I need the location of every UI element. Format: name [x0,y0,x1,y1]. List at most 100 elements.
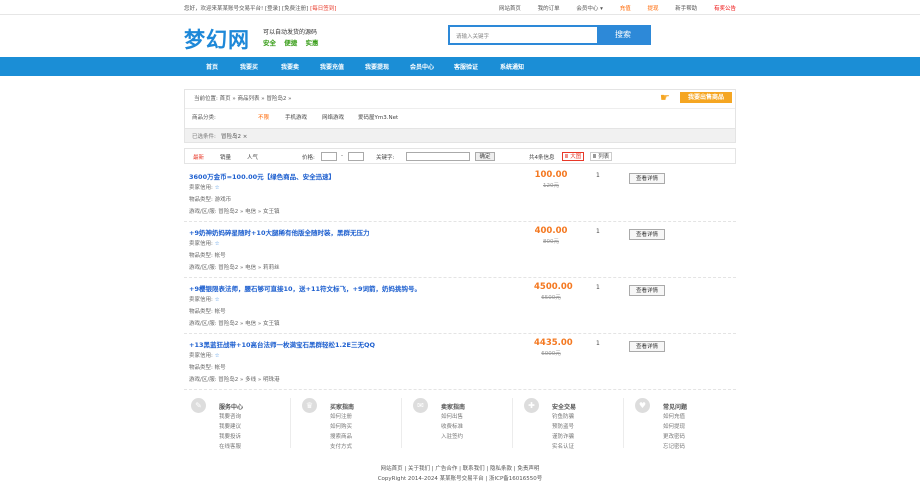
footer-links[interactable]: 网站首页 | 关于我们 | 广告合作 | 联系我们 | 隐私条款 | 免责声明 [0,464,920,474]
item-type: 物品类型: 帐号 [189,309,226,315]
item-title[interactable]: +9樱银限表法师，腰石够可直接10，送+11符文标飞，+9词箭，奶妈挑钩号。 [189,283,421,293]
star-icon: ☆ [214,241,220,247]
footer-link[interactable]: 我要咨询 [219,412,241,420]
footer-link[interactable]: 如何提现 [663,422,685,430]
footer-col-seller: ✉ 卖家指南 如何出售 收费标准 入驻签约 [406,394,510,454]
item-price: 100.00 [534,170,568,180]
selected-label: 已选条件: [192,134,216,140]
cart-icon: ♛ [302,398,317,413]
item-price: 400.00 [534,226,568,236]
footer-col-security: ✚ 安全交易 钓鱼防骗 预防盗号 谨防诈骗 实名认证 [517,394,621,454]
price-max-input[interactable] [348,152,364,161]
category-mobile[interactable]: 手机游戏 [285,113,307,121]
selected-tag[interactable]: 冒险岛2 × [221,132,247,140]
list-item: 3600万金币=100.00元【绿色商品、安全迅速】 卖家信用: ☆ 物品类型:… [184,166,736,222]
category-label: 商品分类: [192,115,216,121]
footer-col-service: ✎ 服务中心 我要咨询 我要建议 我要投诉 在线客服 [184,394,288,454]
list-item: +13黑蓝狂战带+10高台法师一枚满宝石黑群轻松1.2E三无QQ 卖家信用: ☆… [184,334,736,390]
star-icon: ☆ [214,353,220,359]
footer-help: ✎ 服务中心 我要咨询 我要建议 我要投诉 在线客服 ♛ 买家指南 如何注册 如… [184,394,736,454]
footer-link[interactable]: 钓鱼防骗 [552,412,574,420]
item-title[interactable]: 3600万金币=100.00元【绿色商品、安全迅速】 [189,171,335,181]
footer-divider [512,398,513,448]
list-item: +9奶神奶妈碎星随时+10大腿稀有他版全随时装，黑群无压力 卖家信用: ☆ 物品… [184,222,736,278]
footer-link[interactable]: 忘记密码 [663,442,685,450]
item-qty: 1 [596,172,600,179]
seller-label: 卖家信用: [189,241,213,247]
view-list-button[interactable]: Ⅲ 列表 [590,152,612,161]
item-seller: 卖家信用: ☆ [189,351,220,359]
item-type: 物品类型: 游戏币 [189,197,232,203]
item-server: 游戏/区/服: 冒险岛2 » 多线 » 明珠港 [189,377,280,383]
mail-icon: ✉ [413,398,428,413]
view-detail-button[interactable]: 查看详情 [629,173,665,184]
item-original-price: 6000元 [541,351,561,357]
footer-link[interactable]: 谨防诈骗 [552,432,574,440]
footer-link[interactable]: 收费标准 [441,422,463,430]
footer-link[interactable]: 我要投诉 [219,432,241,440]
sort-newest[interactable]: 最新 [193,153,204,161]
footer-divider [623,398,624,448]
footer-link[interactable]: 入驻签约 [441,432,463,440]
category-online[interactable]: 网络游戏 [322,113,344,121]
category-row: 商品分类: 不限 手机游戏 网络游戏 爱码屋Ym3.Net [185,108,735,123]
category-ym3[interactable]: 爱码屋Ym3.Net [358,113,398,121]
footer-link[interactable]: 搜索商品 [330,432,352,440]
footer-col-title: 常见问题 [663,404,688,411]
footer-link[interactable]: 在线客服 [219,442,241,450]
star-icon: ☆ [214,185,220,191]
seller-label: 卖家信用: [189,353,213,359]
price-min-input[interactable] [321,152,337,161]
breadcrumb-panel: 当前位置: 首页 » 商品列表 » 冒险岛2 » ☛ 我要出售商品 商品分类: … [184,89,736,129]
footer-col-faq: ♥ 常见问题 如何充值 如何提现 更改密码 忘记密码 [628,394,732,454]
seller-label: 卖家信用: [189,297,213,303]
item-title[interactable]: +13黑蓝狂战带+10高台法师一枚满宝石黑群轻松1.2E三无QQ [189,339,375,349]
footer-col-title: 服务中心 [219,404,244,411]
item-price: 4435.00 [534,338,573,348]
shield-icon: ✚ [524,398,539,413]
keyword-input[interactable] [406,152,470,161]
hand-icon: ☛ [660,91,670,104]
footer-link[interactable]: 支付方式 [330,442,352,450]
footer-link[interactable]: 如何充值 [663,412,685,420]
category-all[interactable]: 不限 [258,113,269,121]
item-type: 物品类型: 帐号 [189,253,226,259]
footer-col-title: 卖家指南 [441,404,466,411]
footer-link[interactable]: 我要建议 [219,422,241,430]
copyright: 网站首页 | 关于我们 | 广告合作 | 联系我们 | 隐私条款 | 免责声明 … [0,464,920,484]
footer-link[interactable]: 如何出售 [441,412,463,420]
star-icon: ☆ [214,297,220,303]
view-big-button[interactable]: Ⅲ 大图 [562,152,584,161]
sort-sales[interactable]: 销量 [220,153,231,161]
item-server: 游戏/区/服: 冒险岛2 » 电信 » 女王镇 [189,209,280,215]
view-detail-button[interactable]: 查看详情 [629,229,665,240]
sell-goods-label[interactable]: 我要出售商品 [680,92,732,103]
filter-ok-button[interactable]: 确定 [475,152,495,161]
item-title[interactable]: +9奶神奶妈碎星随时+10大腿稀有他版全随时装，黑群无压力 [189,227,369,237]
item-price: 4500.00 [534,282,573,292]
footer-col-title: 安全交易 [552,404,577,411]
item-original-price: 6500元 [541,295,561,301]
item-seller: 卖家信用: ☆ [189,295,220,303]
selected-conditions: 已选条件: 冒险岛2 × [184,129,736,143]
footer-link[interactable]: 如何注册 [330,412,352,420]
item-seller: 卖家信用: ☆ [189,239,220,247]
footer-link[interactable]: 预防盗号 [552,422,574,430]
item-qty: 1 [596,284,600,291]
item-seller: 卖家信用: ☆ [189,183,220,191]
item-qty: 1 [596,228,600,235]
sell-goods-button[interactable]: ☛ 我要出售商品 [660,91,732,104]
footer-divider [290,398,291,448]
view-detail-button[interactable]: 查看详情 [629,285,665,296]
price-label: 价格: [302,155,315,161]
view-detail-button[interactable]: 查看详情 [629,341,665,352]
footer-link[interactable]: 如何购买 [330,422,352,430]
footer-link[interactable]: 实名认证 [552,442,574,450]
item-original-price: 120元 [543,183,559,189]
footer-link[interactable]: 更改密码 [663,432,685,440]
sort-popularity[interactable]: 人气 [247,153,258,161]
item-qty: 1 [596,340,600,347]
result-count: 共4条信息 [529,155,555,161]
item-original-price: 800元 [543,239,559,245]
item-type: 物品类型: 帐号 [189,365,226,371]
